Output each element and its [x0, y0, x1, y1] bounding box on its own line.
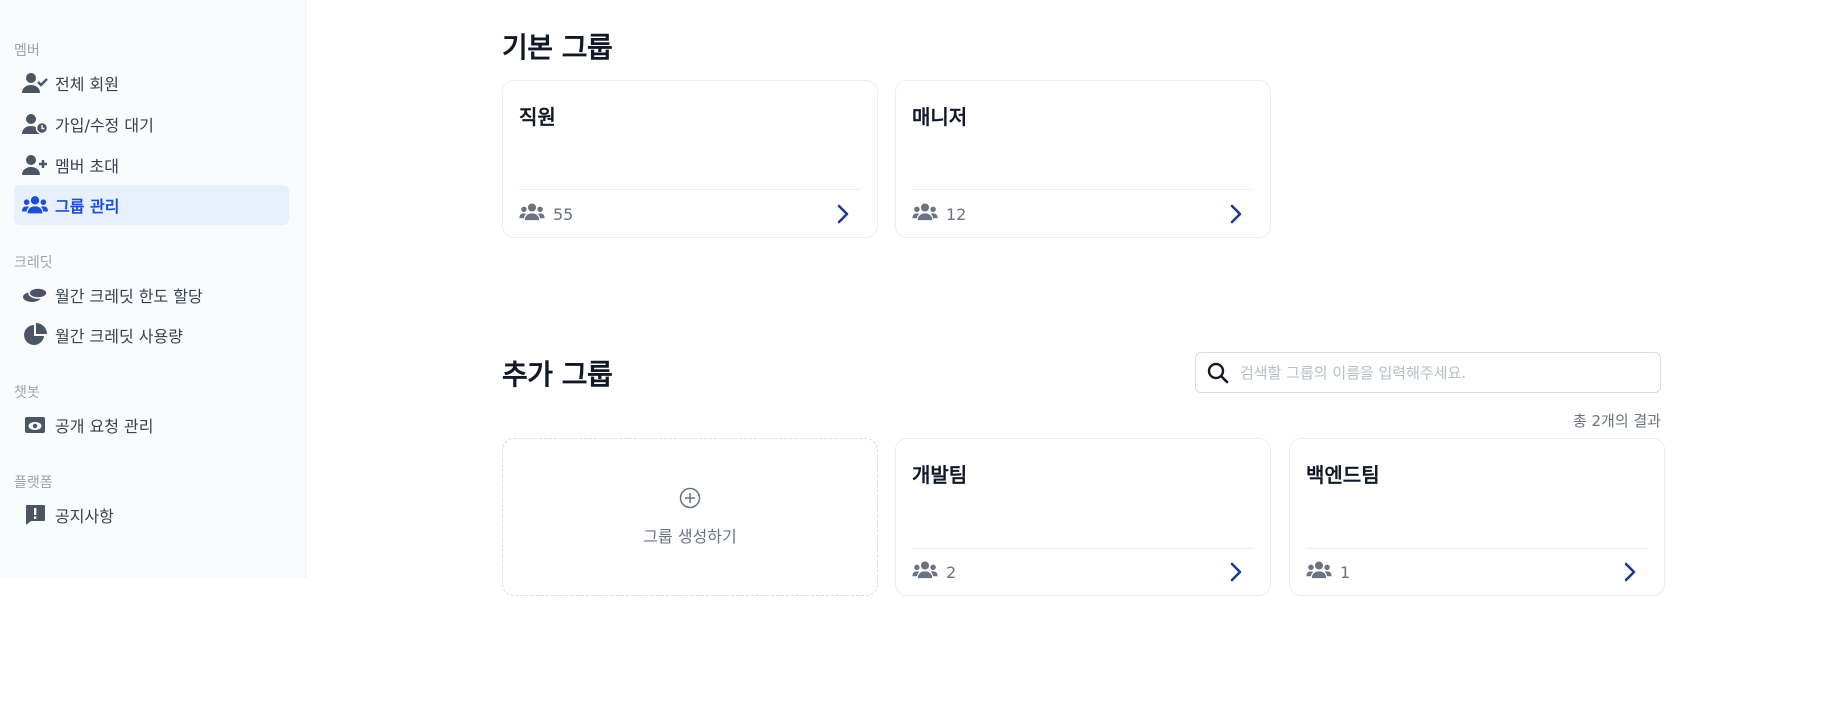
sidebar-section-platform-label: 플랫폼: [14, 475, 53, 491]
group-card-manager[interactable]: 매니저 12: [895, 80, 1271, 238]
group-search[interactable]: [1195, 352, 1661, 393]
sidebar-item-pending[interactable]: 가입/수정 대기: [14, 104, 289, 144]
coins-icon: [22, 282, 48, 308]
users-icon: [519, 203, 545, 225]
card-divider: [1306, 548, 1648, 549]
card-divider: [912, 189, 1254, 190]
sidebar-item-label: 공지사항: [55, 507, 114, 526]
group-card-backend-team[interactable]: 백엔드팀 1: [1289, 438, 1665, 596]
member-count-value: 12: [946, 204, 967, 224]
member-count-value: 1: [1340, 562, 1351, 582]
users-icon: [912, 561, 938, 583]
member-count: 12: [912, 203, 966, 225]
create-group-label: 그룹 생성하기: [643, 527, 737, 546]
sidebar-item-label: 그룹 관리: [55, 197, 120, 216]
eye-window-icon: [22, 412, 48, 438]
group-card-staff[interactable]: 직원 55: [502, 80, 878, 238]
sidebar-item-label: 공개 요청 관리: [55, 417, 154, 436]
users-icon: [912, 203, 938, 225]
card-divider: [519, 189, 861, 190]
group-search-input[interactable]: [1240, 363, 1640, 382]
sidebar-item-credit-usage[interactable]: 월간 크레딧 사용량: [14, 315, 289, 355]
sidebar-item-public-requests[interactable]: 공개 요청 관리: [14, 405, 289, 445]
sidebar-item-invite[interactable]: 멤버 초대: [14, 145, 289, 185]
member-count: 1: [1306, 561, 1350, 583]
additional-groups-title: 추가 그룹: [502, 358, 613, 391]
chevron-right-icon[interactable]: [1618, 559, 1642, 585]
user-clock-icon: [22, 111, 48, 137]
users-icon: [22, 192, 48, 218]
sidebar-item-label: 멤버 초대: [55, 157, 119, 176]
sidebar-section-chatbot-label: 챗봇: [14, 385, 40, 401]
create-group-button[interactable]: 그룹 생성하기: [502, 438, 878, 596]
card-divider: [912, 548, 1254, 549]
sidebar-item-notices[interactable]: 공지사항: [14, 495, 289, 535]
sidebar: 멤버 전체 회원 가입/수정 대기 멤버 초대 그룹 관리 크레딧 월간 크레딧…: [0, 0, 306, 578]
sidebar-item-groups[interactable]: 그룹 관리: [14, 185, 289, 225]
group-card-title: 백엔드팀: [1306, 463, 1380, 487]
chevron-right-icon[interactable]: [1224, 559, 1248, 585]
sidebar-item-all-members[interactable]: 전체 회원: [14, 63, 289, 103]
pie-chart-icon: [22, 322, 48, 348]
member-count-value: 55: [553, 204, 574, 224]
sidebar-item-label: 월간 크레딧 사용량: [55, 327, 183, 346]
chevron-right-icon[interactable]: [831, 201, 855, 227]
member-count-value: 2: [946, 562, 957, 582]
chevron-right-icon[interactable]: [1224, 201, 1248, 227]
user-plus-icon: [22, 152, 48, 178]
sidebar-section-credit-label: 크레딧: [14, 255, 53, 271]
member-count: 55: [519, 203, 573, 225]
group-card-title: 직원: [519, 105, 556, 129]
sidebar-item-label: 가입/수정 대기: [55, 116, 154, 135]
sidebar-item-label: 전체 회원: [55, 75, 119, 94]
user-check-icon: [22, 70, 48, 96]
plus-circle-icon: [679, 487, 701, 513]
search-icon: [1206, 361, 1230, 385]
group-card-dev-team[interactable]: 개발팀 2: [895, 438, 1271, 596]
sidebar-section-members-label: 멤버: [14, 43, 40, 59]
alert-message-icon: [22, 502, 48, 528]
group-card-title: 매니저: [912, 105, 968, 129]
result-count: 총 2개의 결과: [1572, 412, 1661, 430]
sidebar-item-label: 월간 크레딧 한도 할당: [55, 287, 203, 306]
member-count: 2: [912, 561, 956, 583]
users-icon: [1306, 561, 1332, 583]
group-card-title: 개발팀: [912, 463, 968, 487]
sidebar-item-credit-limit[interactable]: 월간 크레딧 한도 할당: [14, 275, 289, 315]
default-groups-title: 기본 그룹: [502, 31, 613, 64]
